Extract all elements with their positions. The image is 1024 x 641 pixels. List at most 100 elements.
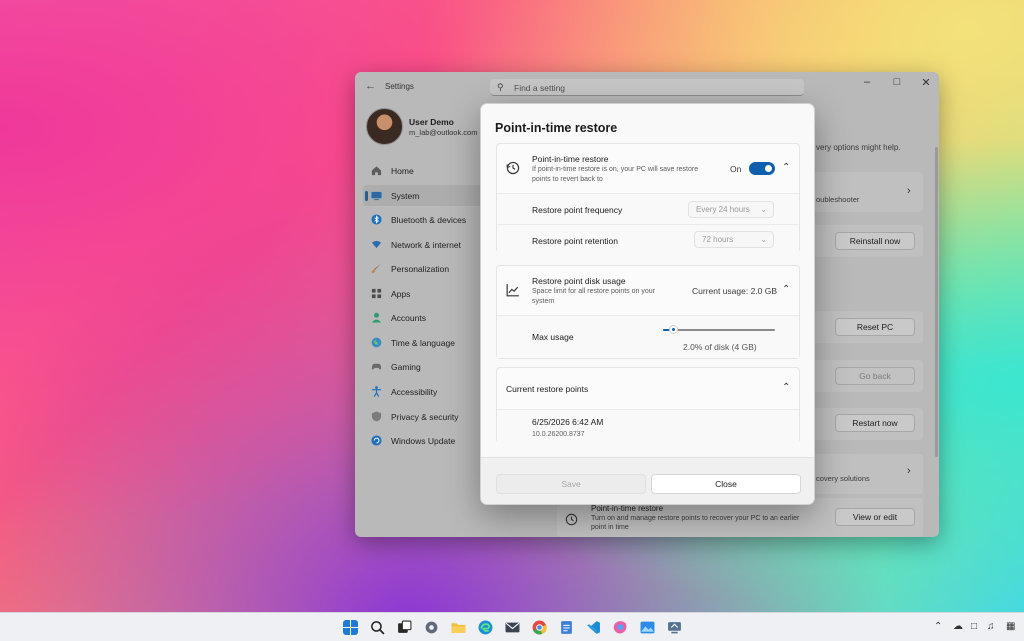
file-explorer-icon[interactable] — [451, 620, 466, 635]
sidebar-item-home[interactable]: Home — [363, 160, 495, 181]
start-icon[interactable] — [343, 620, 358, 635]
troubleshooter-text: oubleshooter — [816, 195, 860, 204]
chevron-right-icon: › — [907, 185, 911, 197]
recovery-solutions-text: covery solutions — [816, 474, 870, 483]
wifi-icon — [371, 240, 382, 249]
notification-icon[interactable]: ▦ — [1006, 621, 1015, 632]
title-bar: ← Settings ⚲ Find a setting – □ ✕ — [355, 72, 939, 102]
slider-thumb[interactable] — [668, 325, 678, 334]
apps-icon — [371, 288, 382, 299]
view-or-edit-button[interactable]: View or edit — [835, 508, 915, 526]
sidebar-item-gaming[interactable]: Gaming — [363, 356, 495, 377]
brush-icon — [371, 263, 381, 274]
save-button[interactable]: Save — [496, 474, 646, 494]
reset-pc-button[interactable]: Reset PC — [835, 318, 915, 336]
disk-usage-title: Restore point disk usage — [532, 276, 626, 286]
sidebar-item-privacy[interactable]: Privacy & security — [363, 406, 495, 427]
toggle-state-label: On — [730, 164, 742, 174]
vscode-icon[interactable] — [586, 620, 601, 635]
accessibility-icon — [371, 386, 382, 397]
sidebar-item-accessibility[interactable]: Accessibility — [363, 381, 495, 402]
cloud-icon[interactable]: ☁ — [953, 621, 963, 632]
sidebar-item-windows-update[interactable]: Windows Update — [363, 430, 495, 451]
frequency-dropdown[interactable]: Every 24 hours ⌄ — [688, 201, 774, 218]
sidebar-item-label: Accessibility — [391, 387, 438, 397]
search-icon: ⚲ — [497, 82, 504, 92]
sidebar-item-network[interactable]: Network & internet — [363, 234, 495, 255]
speaker-icon[interactable]: ♫ — [987, 621, 995, 632]
restart-now-button[interactable]: Restart now — [835, 414, 915, 432]
chevron-up-icon[interactable]: ⌃ — [782, 382, 790, 393]
close-window-icon[interactable]: ✕ — [916, 76, 936, 89]
history-icon — [506, 161, 520, 175]
taskbar: ⌃ ☁ □ ♫ ▦ — [0, 612, 1024, 641]
settings-icon[interactable] — [424, 620, 439, 635]
user-name: User Demo — [409, 117, 454, 127]
disk-usage-header[interactable]: Restore point disk usage Space limit for… — [497, 266, 799, 315]
disk-usage-description: Space limit for all restore points on yo… — [532, 288, 655, 295]
dialog-title: Point-in-time restore — [495, 121, 618, 135]
notepad-icon[interactable] — [559, 620, 574, 635]
pitr-description: Turn on and manage restore points to rec… — [591, 515, 800, 522]
sidebar-item-label: Time & language — [391, 338, 455, 348]
line-chart-icon — [506, 284, 519, 297]
reinstall-button[interactable]: Reinstall now — [835, 232, 915, 250]
edge-icon[interactable] — [478, 620, 493, 635]
shield-icon — [371, 411, 382, 422]
maximize-icon[interactable]: □ — [887, 76, 907, 88]
sidebar-item-bluetooth[interactable]: Bluetooth & devices — [363, 209, 495, 230]
home-icon — [371, 166, 382, 176]
current-usage: Current usage: 2.0 GB — [692, 286, 778, 296]
restore-toggle-row[interactable]: Point-in-time restore If point-in-time r… — [497, 144, 799, 193]
search-placeholder: Find a setting — [514, 83, 566, 93]
restore-toggle[interactable] — [749, 162, 775, 175]
globe-icon — [371, 337, 382, 348]
mail-icon[interactable] — [505, 620, 520, 635]
back-arrow-icon[interactable]: ← — [365, 80, 376, 92]
sidebar-item-label: Personalization — [391, 264, 450, 274]
go-back-button[interactable]: Go back — [835, 367, 915, 385]
retention-label: Restore point retention — [532, 236, 618, 246]
scrollbar[interactable] — [935, 147, 938, 457]
sidebar-item-apps[interactable]: Apps — [363, 283, 495, 304]
restore-title: Point-in-time restore — [532, 154, 609, 164]
chrome-icon[interactable] — [532, 620, 547, 635]
copilot-icon[interactable] — [613, 620, 628, 635]
photos-icon[interactable] — [640, 620, 655, 635]
search-icon[interactable] — [370, 620, 385, 635]
max-usage-slider[interactable] — [663, 324, 775, 336]
retention-dropdown[interactable]: 72 hours ⌄ — [694, 231, 774, 248]
chevron-up-icon[interactable]: ⌃ — [782, 284, 790, 295]
avatar[interactable] — [366, 108, 403, 145]
restore-points-header[interactable]: Current restore points ⌃ — [497, 368, 799, 409]
sidebar-item-system[interactable]: System — [363, 185, 495, 206]
restore-point-item[interactable]: 6/25/2026 6:42 AM 10.0.26200.8737 — [497, 409, 799, 443]
system-icon — [371, 191, 382, 201]
sidebar-item-label: Bluetooth & devices — [391, 215, 467, 225]
max-usage-row: Max usage 2.0% of disk (4 GB) — [497, 315, 799, 358]
sidebar-item-personalization[interactable]: Personalization — [363, 258, 495, 279]
max-usage-value: 2.0% of disk (4 GB) — [683, 342, 757, 352]
accounts-icon — [371, 312, 382, 323]
remote-desktop-icon[interactable] — [667, 620, 682, 635]
retention-row: Restore point retention 72 hours ⌄ — [497, 224, 799, 253]
sidebar-item-label: Gaming — [391, 362, 421, 372]
task-view-icon[interactable] — [397, 620, 412, 635]
sidebar-item-time-language[interactable]: Time & language — [363, 332, 495, 353]
max-usage-label: Max usage — [532, 332, 574, 342]
chevron-up-icon[interactable]: ⌃ — [934, 621, 942, 632]
sidebar-item-label: System — [391, 191, 420, 201]
disk-usage-section: Restore point disk usage Space limit for… — [496, 265, 800, 359]
close-button[interactable]: Close — [651, 474, 801, 494]
chevron-up-icon[interactable]: ⌃ — [782, 162, 790, 173]
sidebar-item-accounts[interactable]: Accounts — [363, 307, 495, 328]
monitor-icon[interactable]: □ — [971, 621, 977, 632]
chevron-down-icon: ⌄ — [760, 235, 767, 244]
frequency-row: Restore point frequency Every 24 hours ⌄ — [497, 193, 799, 224]
minimize-icon[interactable]: – — [857, 76, 877, 88]
restore-description: If point-in-time restore is on, your PC … — [532, 166, 699, 173]
pitr-title: Point-in-time restore — [591, 504, 664, 513]
frequency-label: Restore point frequency — [532, 205, 623, 215]
restore-point-version: 10.0.26200.8737 — [532, 431, 585, 438]
search-input[interactable]: ⚲ Find a setting — [490, 79, 804, 96]
